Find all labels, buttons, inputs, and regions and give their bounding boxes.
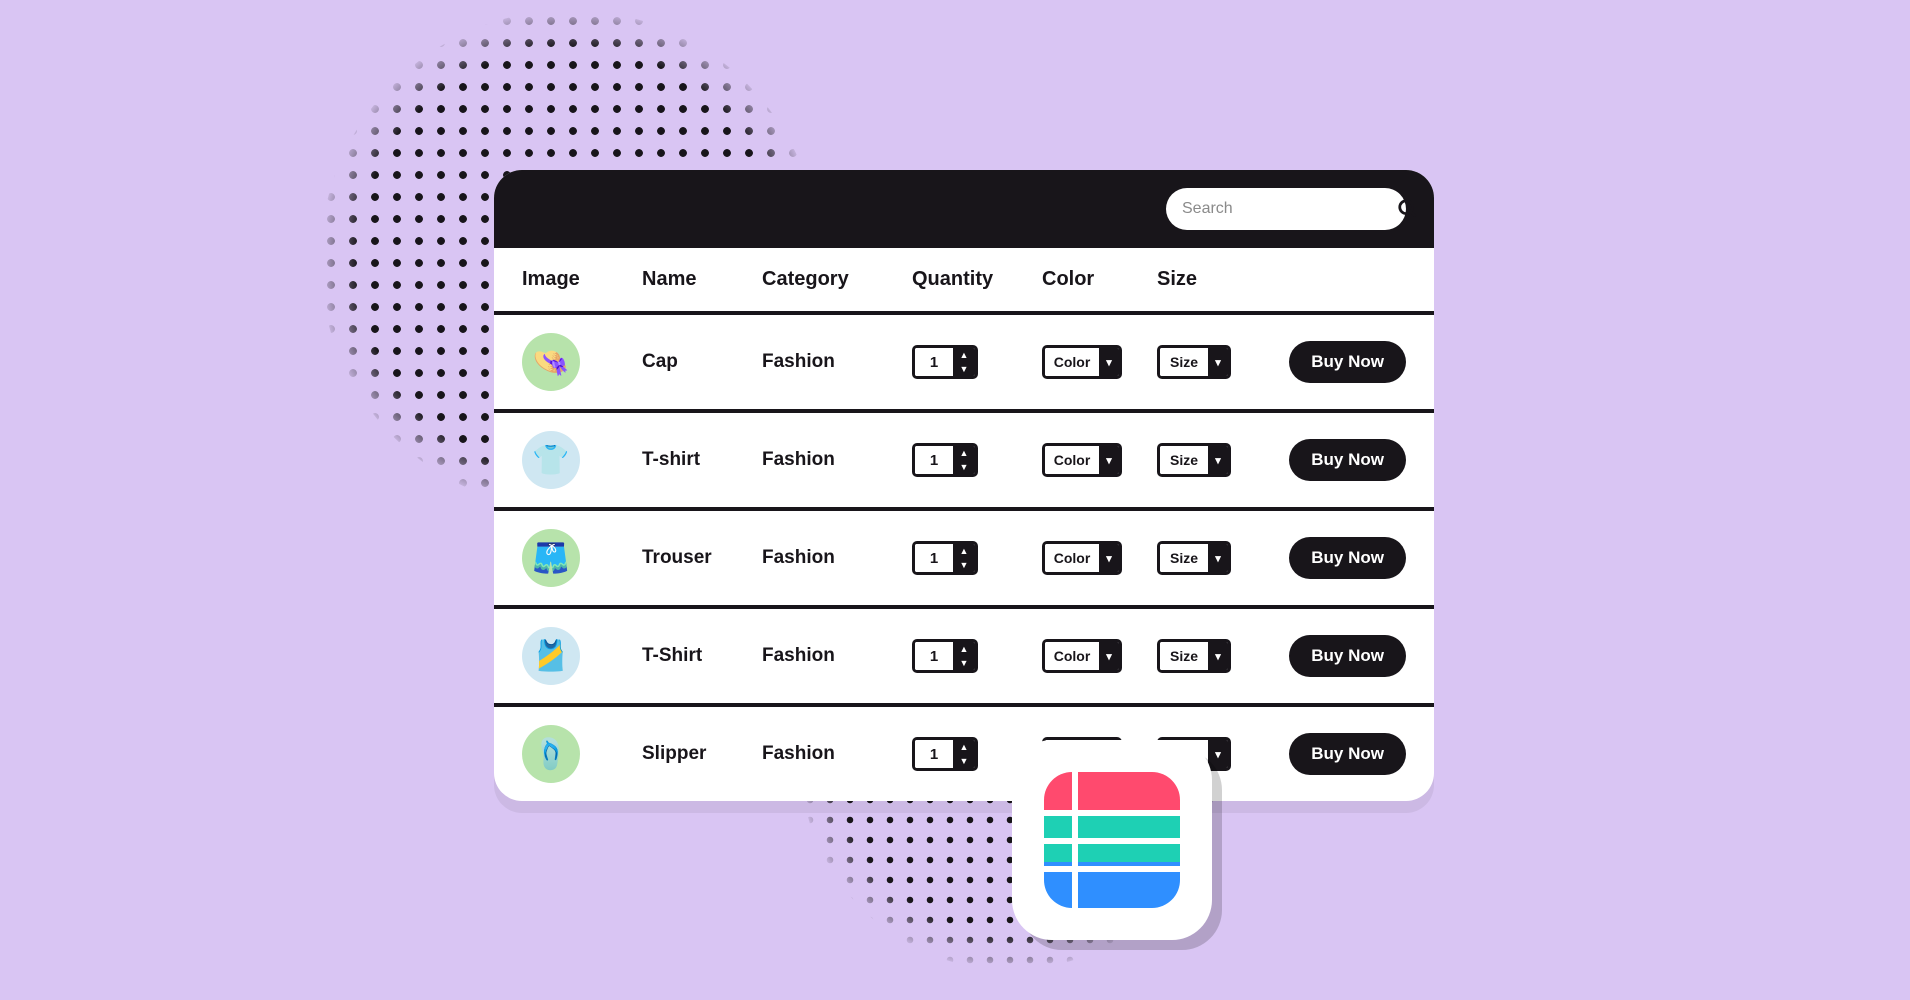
qty-down-icon[interactable]: ▼ (953, 460, 975, 474)
product-category: Fashion (762, 547, 912, 569)
quantity-stepper[interactable]: 1▲▼ (912, 345, 978, 379)
size-select[interactable]: Size▾ (1157, 345, 1231, 379)
qty-up-icon[interactable]: ▲ (953, 740, 975, 754)
quantity-value: 1 (915, 740, 953, 768)
size-select-label: Size (1160, 446, 1208, 474)
table-row: 🩳TrouserFashion1▲▼Color▾Size▾Buy Now (494, 511, 1434, 609)
chevron-down-icon: ▾ (1099, 544, 1119, 572)
product-name: Slipper (642, 743, 762, 765)
qty-down-icon[interactable]: ▼ (953, 656, 975, 670)
quantity-stepper[interactable]: 1▲▼ (912, 443, 978, 477)
chevron-down-icon: ▾ (1208, 544, 1228, 572)
buy-now-button[interactable]: Buy Now (1289, 635, 1406, 677)
chevron-down-icon: ▾ (1208, 348, 1228, 376)
chevron-down-icon: ▾ (1099, 446, 1119, 474)
quantity-stepper[interactable]: 1▲▼ (912, 541, 978, 575)
col-size: Size (1157, 268, 1272, 291)
table-row: 🩴SlipperFashion1▲▼Color▾Size▾Buy Now (494, 707, 1434, 801)
color-select-label: Color (1045, 642, 1099, 670)
qty-down-icon[interactable]: ▼ (953, 754, 975, 768)
col-category: Category (762, 268, 912, 291)
product-name: T-Shirt (642, 645, 762, 667)
col-quantity: Quantity (912, 268, 1042, 291)
qty-up-icon[interactable]: ▲ (953, 544, 975, 558)
product-category: Fashion (762, 645, 912, 667)
buy-now-button[interactable]: Buy Now (1289, 341, 1406, 383)
table-header: Image Name Category Quantity Color Size (494, 248, 1434, 315)
color-select-label: Color (1045, 446, 1099, 474)
product-thumb: 👒 (522, 333, 580, 391)
product-category: Fashion (762, 449, 912, 471)
buy-now-button[interactable]: Buy Now (1289, 439, 1406, 481)
size-select-label: Size (1160, 642, 1208, 670)
search-input[interactable] (1182, 200, 1389, 218)
product-thumb: 🎽 (522, 627, 580, 685)
qty-down-icon[interactable]: ▼ (953, 362, 975, 376)
table-app-badge (1012, 740, 1212, 940)
product-thumb: 🩴 (522, 725, 580, 783)
size-select[interactable]: Size▾ (1157, 443, 1231, 477)
product-table-card: Image Name Category Quantity Color Size … (494, 170, 1434, 801)
qty-up-icon[interactable]: ▲ (953, 642, 975, 656)
search-icon[interactable] (1397, 198, 1419, 220)
search-field[interactable] (1166, 188, 1406, 230)
color-select[interactable]: Color▾ (1042, 541, 1122, 575)
size-select[interactable]: Size▾ (1157, 541, 1231, 575)
buy-now-button[interactable]: Buy Now (1289, 733, 1406, 775)
size-select-label: Size (1160, 348, 1208, 376)
product-name: Trouser (642, 547, 762, 569)
table-row: 🎽T-ShirtFashion1▲▼Color▾Size▾Buy Now (494, 609, 1434, 707)
product-thumb: 👕 (522, 431, 580, 489)
quantity-stepper[interactable]: 1▲▼ (912, 737, 978, 771)
chevron-down-icon: ▾ (1208, 446, 1228, 474)
quantity-value: 1 (915, 446, 953, 474)
product-category: Fashion (762, 743, 912, 765)
quantity-value: 1 (915, 544, 953, 572)
color-select[interactable]: Color▾ (1042, 443, 1122, 477)
card-header (494, 170, 1434, 248)
product-name: Cap (642, 351, 762, 373)
table-row: 👒CapFashion1▲▼Color▾Size▾Buy Now (494, 315, 1434, 413)
qty-up-icon[interactable]: ▲ (953, 446, 975, 460)
color-select[interactable]: Color▾ (1042, 639, 1122, 673)
chevron-down-icon: ▾ (1208, 642, 1228, 670)
product-category: Fashion (762, 351, 912, 373)
chevron-down-icon: ▾ (1099, 348, 1119, 376)
table-app-icon (1044, 772, 1180, 908)
color-select-label: Color (1045, 544, 1099, 572)
chevron-down-icon: ▾ (1208, 740, 1228, 768)
product-name: T-shirt (642, 449, 762, 471)
size-select-label: Size (1160, 544, 1208, 572)
buy-now-button[interactable]: Buy Now (1289, 537, 1406, 579)
quantity-value: 1 (915, 348, 953, 376)
color-select[interactable]: Color▾ (1042, 345, 1122, 379)
quantity-stepper[interactable]: 1▲▼ (912, 639, 978, 673)
qty-down-icon[interactable]: ▼ (953, 558, 975, 572)
chevron-down-icon: ▾ (1099, 642, 1119, 670)
qty-up-icon[interactable]: ▲ (953, 348, 975, 362)
product-thumb: 🩳 (522, 529, 580, 587)
quantity-value: 1 (915, 642, 953, 670)
col-name: Name (642, 268, 762, 291)
col-color: Color (1042, 268, 1157, 291)
size-select[interactable]: Size▾ (1157, 639, 1231, 673)
table-row: 👕T-shirtFashion1▲▼Color▾Size▾Buy Now (494, 413, 1434, 511)
col-image: Image (522, 268, 642, 291)
color-select-label: Color (1045, 348, 1099, 376)
